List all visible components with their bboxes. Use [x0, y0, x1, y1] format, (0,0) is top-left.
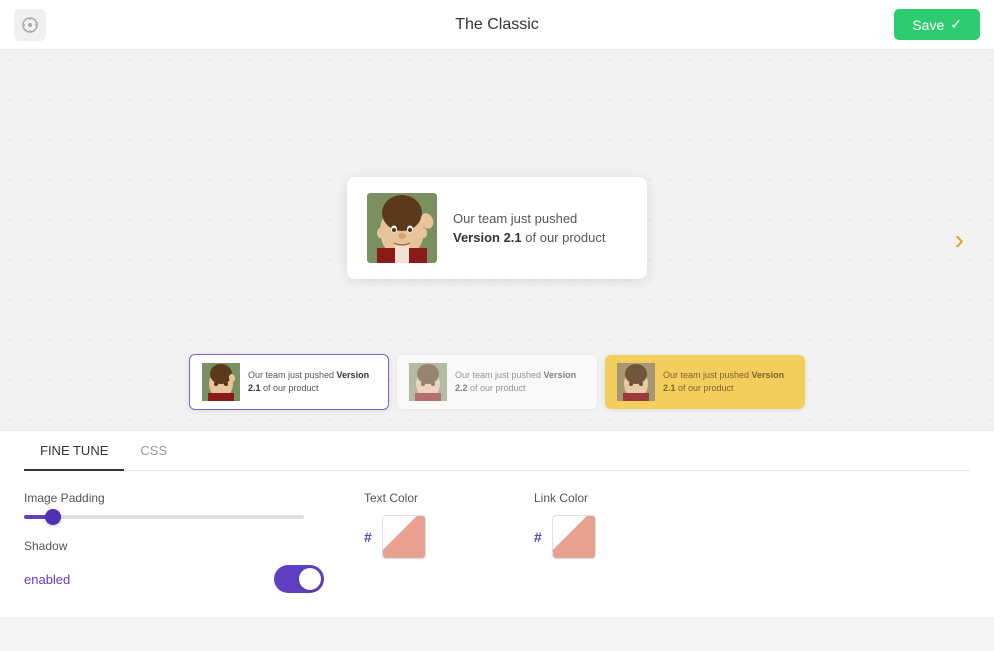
- shadow-group: Shadow enabled: [24, 539, 324, 593]
- thumbnail-card-3[interactable]: Our team just pushed Version 2.1 of our …: [605, 355, 805, 409]
- thumb-avatar-1: [202, 363, 240, 401]
- tab-css[interactable]: CSS: [124, 431, 183, 470]
- link-color-swatch[interactable]: [552, 515, 596, 559]
- toggle-knob: [299, 568, 321, 590]
- link-color-hash: #: [534, 529, 542, 545]
- thumb-text-3: Our team just pushed Version 2.1 of our …: [663, 369, 793, 394]
- shadow-status: enabled: [24, 572, 70, 587]
- link-color-input-group: #: [534, 515, 664, 559]
- canvas-area: Our team just pushed Version 2.1 of our …: [0, 50, 994, 430]
- thumbnail-card-2[interactable]: Our team just pushed Version 2.2 of our …: [397, 355, 597, 409]
- image-padding-slider[interactable]: [24, 515, 304, 519]
- page-title: The Classic: [455, 16, 539, 34]
- main-preview-card: Our team just pushed Version 2.1 of our …: [347, 177, 647, 279]
- text-color-label: Text Color: [364, 491, 494, 505]
- next-arrow[interactable]: ›: [955, 226, 964, 254]
- text-color-section: Text Color #: [364, 491, 494, 559]
- shadow-toggle[interactable]: [274, 565, 324, 593]
- thumb-text-1: Our team just pushed Version 2.1 of our …: [248, 369, 376, 394]
- text-color-swatch[interactable]: [382, 515, 426, 559]
- avatar: [367, 193, 437, 263]
- tabs: FINE TUNE CSS: [24, 431, 970, 471]
- avatar-image: [367, 193, 437, 263]
- image-padding-label: Image Padding: [24, 491, 304, 505]
- text-color-input-group: #: [364, 515, 494, 559]
- main-preview-text: Our team just pushed Version 2.1 of our …: [453, 209, 627, 248]
- thumb-text-2: Our team just pushed Version 2.2 of our …: [455, 369, 585, 394]
- image-padding-group: Image Padding: [24, 491, 304, 519]
- text-color-hash: #: [364, 529, 372, 545]
- link-color-label: Link Color: [534, 491, 664, 505]
- thumbnail-card-1[interactable]: Our team just pushed Version 2.1 of our …: [189, 354, 389, 410]
- thumb-avatar-3: [617, 363, 655, 401]
- header: The Classic Save: [0, 0, 994, 50]
- logo-icon: [14, 9, 46, 41]
- controls-row: Image Padding Shadow enabled Text Color …: [24, 491, 970, 593]
- tab-fine-tune[interactable]: FINE TUNE: [24, 431, 124, 470]
- link-color-section: Link Color #: [534, 491, 664, 559]
- save-button[interactable]: Save: [894, 9, 980, 40]
- thumbnail-strip: Our team just pushed Version 2.1 of our …: [189, 354, 805, 410]
- shadow-label: Shadow: [24, 539, 324, 553]
- thumb-avatar-2: [409, 363, 447, 401]
- bottom-panel: FINE TUNE CSS Image Padding Shadow enabl…: [0, 430, 994, 617]
- shadow-row: enabled: [24, 565, 324, 593]
